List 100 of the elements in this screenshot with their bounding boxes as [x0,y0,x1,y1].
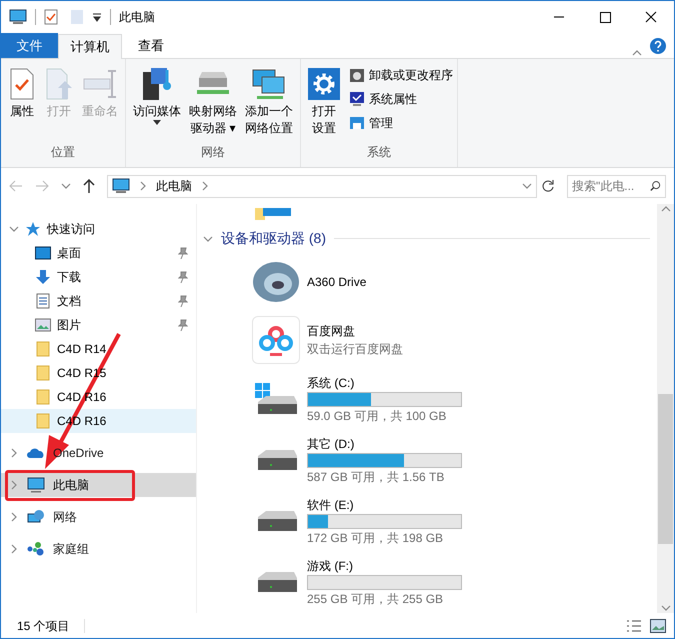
down-arrow-icon [35,269,51,285]
document-arrow-icon [44,68,74,100]
folder-icon [36,365,50,381]
address-dropdown-icon[interactable] [522,181,532,191]
breadcrumb-chevron-icon[interactable] [200,181,210,191]
computer-icon [9,9,27,25]
nav-item[interactable]: 家庭组 [1,537,196,561]
nav-item-label: 桌面 [57,245,82,262]
collapse-ribbon-icon[interactable] [632,48,642,58]
pin-icon[interactable] [178,319,188,331]
settings-icon [308,68,340,100]
picture-icon [35,318,51,332]
computer-icon [112,178,130,194]
checklist-icon[interactable] [44,9,58,25]
details-view-icon[interactable] [626,618,642,632]
scrollbar[interactable] [657,204,674,613]
pin-icon[interactable] [178,247,188,259]
up-arrow-icon[interactable] [83,179,95,193]
search-input[interactable]: 搜索"此电... [572,177,650,195]
drive-name[interactable]: 系统 (C:) [307,374,462,392]
ribbon-small-button[interactable]: 系统属性 [349,89,453,109]
breadcrumb-item[interactable]: 此电脑 [156,177,192,195]
folder-icon [36,389,50,405]
large-icons-view-icon[interactable] [650,618,666,632]
capacity-text: 255 GB 可用，共 255 GB [307,591,444,608]
homegroup-icon [27,541,45,557]
nav-item[interactable]: 下载 [1,265,196,289]
ribbon-button[interactable]: 属性 [5,63,39,143]
ribbon-button[interactable]: 映射网络 驱动器 ▾ [186,63,240,143]
scroll-down-icon[interactable] [660,603,670,613]
capacity-text: 587 GB 可用，共 1.56 TB [307,469,446,486]
nav-item-label: 文档 [57,293,82,310]
cloud-icon [27,447,45,459]
monitor-check-icon [349,91,365,107]
computer-icon [27,477,45,493]
file-menu-tab[interactable]: 文件 [1,33,58,58]
document-icon [36,293,50,309]
nav-item-label: 图片 [57,317,82,334]
nav-item[interactable]: 快速访问 [47,220,95,238]
capacity-text: 59.0 GB 可用，共 100 GB [307,408,448,425]
item-count: 15 个项目 [17,618,70,634]
folder-icon [36,413,50,429]
network-globe-icon [27,509,45,525]
star-icon [25,221,41,237]
pin-icon[interactable] [178,295,188,307]
nav-item-label: 网络 [53,509,77,526]
ribbon-button[interactable]: 添加一个 网络位置 [242,63,296,143]
expand-chevron-icon[interactable] [9,480,19,490]
pin-icon[interactable] [178,271,188,283]
help-icon[interactable] [650,38,666,54]
ribbon-tab[interactable]: 查看 [122,33,180,58]
monitors-icon [251,68,287,100]
swirl-logo-icon [252,260,300,304]
ribbon-group-label: 网络 [200,144,226,161]
back-arrow-icon[interactable] [9,180,23,192]
folder-icon [36,341,50,357]
drive-name[interactable]: A360 Drive [307,273,366,291]
search-icon[interactable] [650,180,661,192]
refresh-icon[interactable] [541,179,555,193]
nav-item[interactable]: 网络 [1,505,196,529]
drive-name[interactable]: 游戏 (F:) [307,557,462,575]
forward-arrow-icon[interactable] [35,180,49,192]
drive-name[interactable]: 百度网盘 [307,322,403,340]
ribbon-small-button[interactable]: 管理 [349,113,453,133]
ribbon-group-label: 系统 [366,144,392,161]
ribbon-small-button[interactable]: 卸载或更改程序 [349,65,453,85]
address-field[interactable]: 此电脑 [107,174,537,198]
window-title: 此电脑 [119,9,155,26]
collapse-chevron-icon[interactable] [9,224,19,234]
collapse-chevron-icon[interactable] [203,234,213,244]
expand-chevron-icon[interactable] [9,448,19,458]
recent-locations-icon[interactable] [61,181,71,191]
search-field[interactable]: 搜索"此电... [567,174,666,198]
ribbon-group-label: 位置 [50,144,76,161]
nav-item[interactable]: C4D R14 [1,337,196,361]
desktop-icon [35,246,51,260]
nav-item[interactable]: 文档 [1,289,196,313]
drive-name[interactable]: 软件 (E:) [307,496,462,514]
nav-item[interactable]: 此电脑 [1,473,196,497]
nav-item[interactable]: 桌面 [1,241,196,265]
nav-item-label: C4D R14 [57,341,108,358]
expand-chevron-icon[interactable] [9,512,19,522]
drive-name[interactable]: 其它 (D:) [307,435,462,453]
checklist-icon [8,68,36,100]
section-header[interactable]: 设备和驱动器 (8) [221,228,326,249]
ribbon-tab[interactable]: 计算机 [58,34,122,59]
dropdown-icon[interactable] [92,12,102,22]
scrollbar-thumb[interactable] [658,394,673,544]
nav-item-label: 此电脑 [53,477,89,494]
caret-icon [153,120,161,125]
rename-icon [82,68,118,100]
scroll-up-icon[interactable] [660,204,670,214]
nav-item[interactable]: 图片 [1,313,196,337]
breadcrumb-chevron-icon[interactable] [138,181,148,191]
capacity-text: 172 GB 可用，共 198 GB [307,530,444,547]
ribbon-button[interactable]: 打开 设置 [305,63,343,143]
disc-box-icon [349,67,365,83]
expand-chevron-icon[interactable] [9,544,19,554]
nav-item-label: 家庭组 [53,541,89,558]
ribbon-button[interactable]: 访问媒体 [130,63,184,143]
